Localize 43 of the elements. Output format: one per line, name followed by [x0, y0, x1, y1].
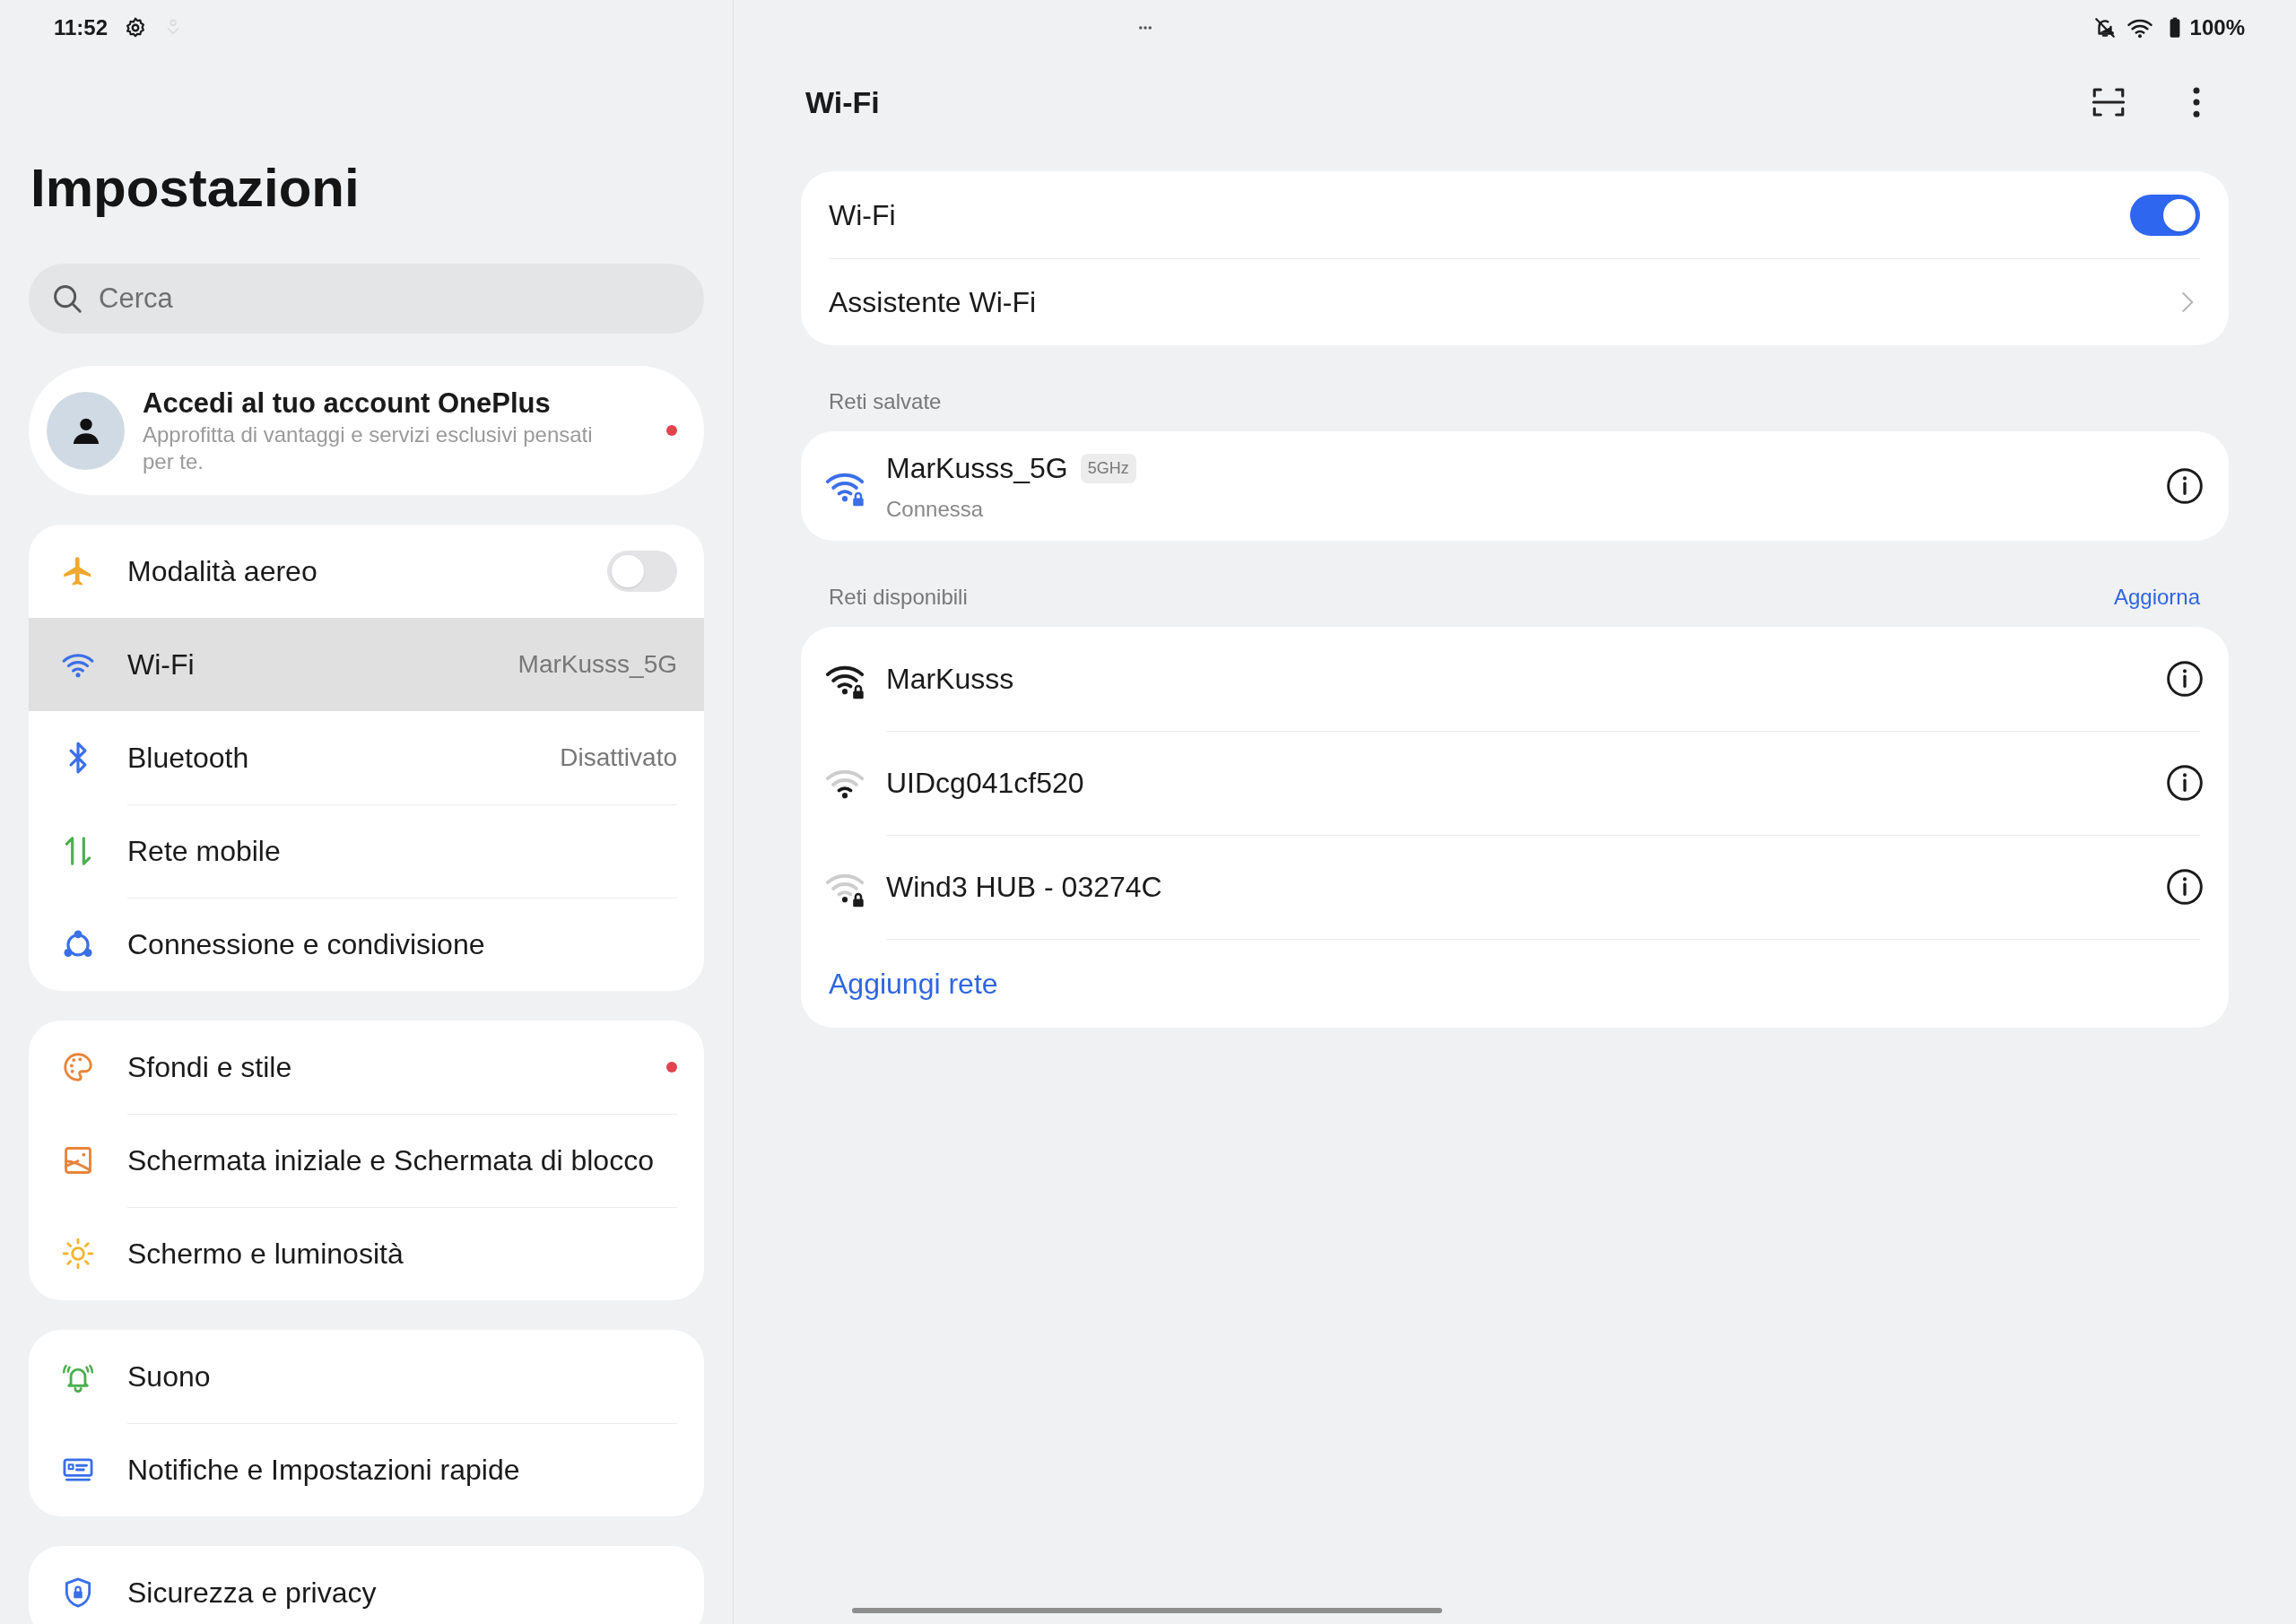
section-heading: Reti disponibili	[829, 584, 969, 611]
settings-item[interactable]: Schermo e luminosità	[29, 1207, 704, 1300]
settings-item[interactable]: Sicurezza e privacy	[29, 1546, 704, 1624]
band-badge: 5GHz	[1080, 453, 1136, 483]
info-icon[interactable]	[2165, 466, 2205, 506]
account-title: Accedi al tuo account OnePlus	[143, 386, 552, 421]
network-item[interactable]: UIDcg041cf520	[801, 731, 2229, 835]
network-status: Connessa	[886, 496, 985, 523]
toggle-switch[interactable]	[607, 551, 677, 592]
screen-title: Wi-Fi	[805, 83, 881, 121]
palette-icon	[61, 1050, 95, 1084]
status-time: 11:52	[54, 14, 109, 41]
info-icon[interactable]	[2165, 659, 2205, 699]
settings-item[interactable]: Notifiche e Impostazioni rapide	[29, 1423, 704, 1516]
settings-item[interactable]: Suono	[29, 1330, 704, 1423]
account-card[interactable]: Accedi al tuo account OnePlus Approfitta di vantaggi e servizi esclusivi pensati per te.	[29, 366, 704, 495]
settings-item[interactable]: Schermata iniziale e Schermata di blocco	[29, 1114, 704, 1207]
account-subtitle: Approfitta di vantaggi e servizi esclusivi pensati per te.	[143, 421, 594, 475]
item-value: Disattivato	[560, 743, 677, 773]
settings-item[interactable]: Modalità aereo	[29, 525, 704, 618]
item-value: MarKusss_5G	[517, 649, 677, 680]
info-icon[interactable]	[2165, 763, 2205, 803]
info-icon[interactable]	[2165, 867, 2205, 907]
settings-item[interactable]: Sfondi e stile	[29, 1020, 704, 1114]
page-title: Impostazioni	[30, 157, 361, 220]
add-network-link[interactable]: Aggiungi rete	[829, 961, 998, 1005]
settings-item[interactable]: Wi-Fi MarKusss_5G	[29, 618, 704, 711]
section-heading: Reti salvate	[829, 388, 943, 415]
search-field[interactable]: Cerca	[29, 264, 704, 334]
network-name: MarKusss_5G	[886, 451, 1068, 486]
refresh-link[interactable]: Aggiorna	[2113, 581, 2200, 613]
network-item[interactable]: MarKusss_5G 5GHz Connessa	[801, 431, 2229, 541]
settings-item[interactable]: Wi-Fi	[801, 171, 2229, 258]
battery-percentage: 100%	[2189, 14, 2245, 41]
settings-item[interactable]: Connessione e condivisione	[29, 898, 704, 991]
settings-item[interactable]: Assistente Wi-Fi	[801, 258, 2229, 345]
settings-item[interactable]: Rete mobile	[29, 804, 704, 898]
sun-icon	[61, 1237, 95, 1271]
network-item[interactable]: MarKusss	[801, 627, 2229, 731]
network-item[interactable]: Wind3 HUB - 03274C	[801, 835, 2229, 939]
settings-item[interactable]: Bluetooth Disattivato	[29, 711, 704, 804]
toggle-switch[interactable]	[2130, 194, 2200, 236]
muted-bell-icon	[2092, 16, 2117, 39]
